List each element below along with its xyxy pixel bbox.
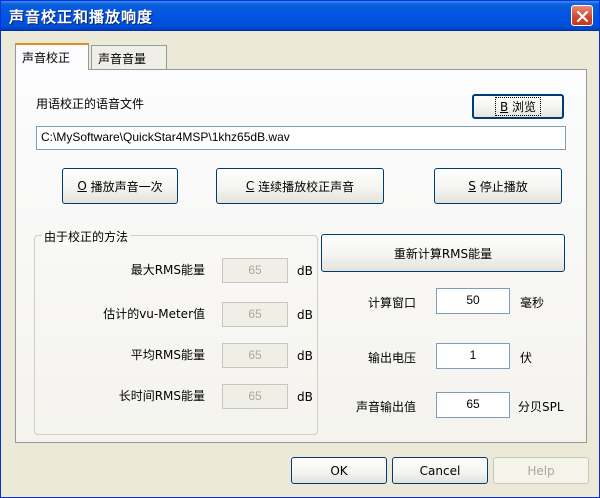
close-button[interactable] bbox=[571, 5, 593, 26]
method-group-title: 由于校正的方法 bbox=[42, 228, 131, 245]
tab-label: 声音校正 bbox=[22, 51, 71, 65]
sound-output-input[interactable]: 65 bbox=[436, 392, 510, 418]
play-once-accel: O bbox=[77, 179, 87, 193]
avg-rms-label: 平均RMS能量 bbox=[130, 348, 205, 362]
cancel-button[interactable]: Cancel bbox=[392, 457, 488, 484]
sound-output-unit: 分贝SPL bbox=[518, 400, 564, 414]
avg-rms-unit: dB bbox=[297, 349, 313, 363]
browse-button[interactable]: B 浏览 bbox=[472, 94, 564, 119]
tab-panel: 用语校正的语音文件 B 浏览 C:\MySoftware\QuickStar4M… bbox=[15, 69, 587, 443]
browse-button-focus: B 浏览 bbox=[494, 97, 542, 116]
vu-meter-label: 估计的vu-Meter值 bbox=[103, 307, 205, 321]
vu-meter-field: 65 bbox=[222, 302, 288, 327]
calc-window-input[interactable]: 50 bbox=[436, 288, 510, 314]
browse-label: 浏览 bbox=[512, 100, 537, 114]
play-loop-button[interactable]: C 连续播放校正声音 bbox=[216, 168, 384, 204]
tab-label: 声音音量 bbox=[98, 52, 147, 66]
browse-accel: B bbox=[499, 100, 509, 114]
stop-label: 停止播放 bbox=[479, 179, 528, 194]
file-path-input[interactable]: C:\MySoftware\QuickStar4MSP\1khz65dB.wav bbox=[36, 126, 566, 150]
play-loop-accel: C bbox=[245, 179, 255, 193]
max-rms-field: 65 bbox=[222, 258, 288, 283]
output-voltage-unit: 伏 bbox=[520, 351, 533, 365]
long-rms-unit: dB bbox=[297, 390, 313, 404]
stop-button[interactable]: S 停止播放 bbox=[434, 168, 562, 204]
output-voltage-input[interactable]: 1 bbox=[436, 343, 510, 369]
close-icon bbox=[576, 10, 589, 23]
recalc-rms-button[interactable]: 重新计算RMS能量 bbox=[321, 234, 565, 272]
window-title: 声音校正和播放响度 bbox=[9, 8, 154, 26]
tab-sound-calibration[interactable]: 声音校正 bbox=[15, 43, 89, 70]
cancel-label: Cancel bbox=[419, 463, 461, 478]
avg-rms-field: 65 bbox=[222, 343, 288, 368]
ok-label: OK bbox=[330, 463, 348, 478]
play-once-button[interactable]: O 播放声音一次 bbox=[62, 168, 178, 204]
calc-window-unit: 毫秒 bbox=[520, 296, 545, 310]
help-button: Help bbox=[493, 457, 589, 484]
dialog-window: 声音校正和播放响度 声音校正 声音音量 用语校正的语音文件 B 浏览 C:\My… bbox=[0, 0, 600, 498]
play-loop-label: 连续播放校正声音 bbox=[258, 179, 355, 194]
recalc-rms-label: 重新计算RMS能量 bbox=[393, 246, 493, 261]
vu-meter-unit: dB bbox=[297, 308, 313, 322]
help-label: Help bbox=[527, 463, 555, 478]
long-rms-field: 65 bbox=[222, 384, 288, 409]
play-once-label: 播放声音一次 bbox=[90, 179, 163, 194]
max-rms-unit: dB bbox=[297, 264, 313, 278]
tab-sound-volume[interactable]: 声音音量 bbox=[91, 45, 167, 69]
max-rms-label: 最大RMS能量 bbox=[130, 263, 205, 277]
ok-button[interactable]: OK bbox=[291, 457, 387, 484]
long-rms-label: 长时间RMS能量 bbox=[118, 389, 205, 403]
file-section-label: 用语校正的语音文件 bbox=[36, 97, 145, 111]
output-voltage-label: 输出电压 bbox=[367, 351, 416, 365]
sound-output-label: 声音输出值 bbox=[355, 400, 416, 414]
title-bar[interactable]: 声音校正和播放响度 bbox=[1, 1, 599, 31]
method-group: 由于校正的方法 最大RMS能量 65 dB 估计的vu-Meter值 65 dB… bbox=[34, 228, 318, 435]
stop-accel: S bbox=[468, 179, 476, 193]
calc-window-label: 计算窗口 bbox=[367, 296, 416, 310]
